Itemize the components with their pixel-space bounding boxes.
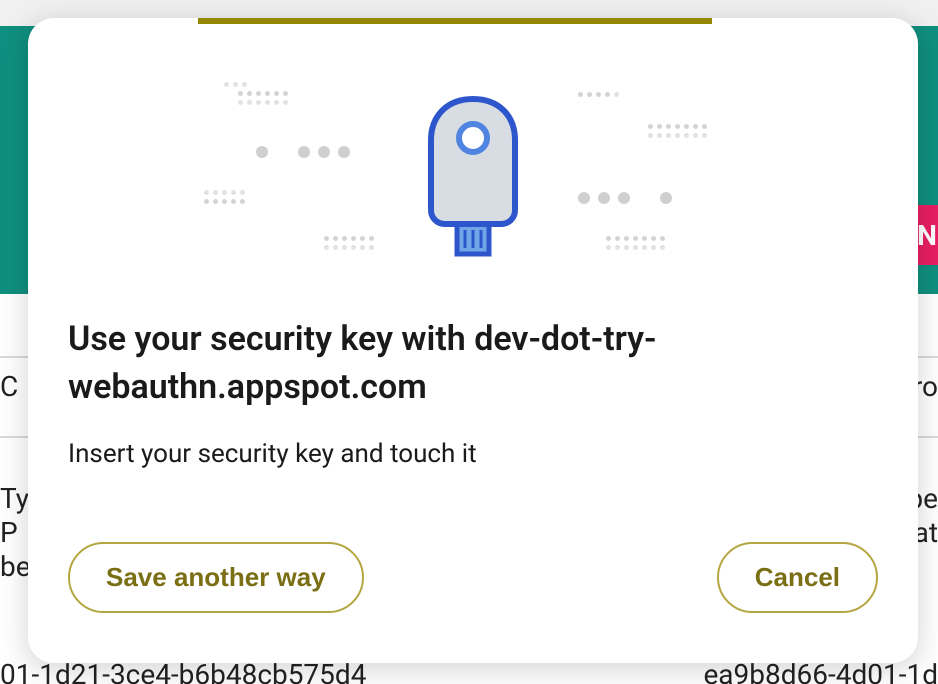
decorative-dots: [224, 82, 288, 109]
decorative-dots: [578, 92, 619, 101]
decorative-dots: [606, 236, 665, 254]
security-key-icon: [425, 96, 521, 270]
dialog-content: Use your security key with dev-dot-try-w…: [68, 316, 878, 633]
save-another-way-button[interactable]: Save another way: [68, 542, 364, 613]
dialog-title: Use your security key with dev-dot-try-w…: [68, 316, 878, 411]
cancel-button[interactable]: Cancel: [717, 542, 878, 613]
illustration-area: [28, 18, 918, 286]
bg-pink-badge: N: [916, 205, 938, 265]
dialog-button-row: Save another way Cancel: [68, 542, 878, 613]
security-key-dialog: Use your security key with dev-dot-try-w…: [28, 18, 918, 663]
bg-text-fragment: P: [0, 516, 18, 549]
bg-text-fragment: Ty: [0, 482, 29, 515]
bg-text-fragment: C: [0, 370, 18, 403]
decorative-dots: [256, 146, 350, 158]
decorative-dots: [578, 192, 672, 204]
bg-text-fragment: be: [0, 550, 31, 583]
viewport: N C ro Ty pe P at be 01-1d21-3ce4-b6b48c…: [0, 0, 938, 684]
decorative-dots: [204, 190, 245, 208]
decorative-dots: [648, 124, 707, 142]
dialog-subtitle: Insert your security key and touch it: [68, 439, 878, 469]
decorative-dots: [324, 236, 374, 254]
